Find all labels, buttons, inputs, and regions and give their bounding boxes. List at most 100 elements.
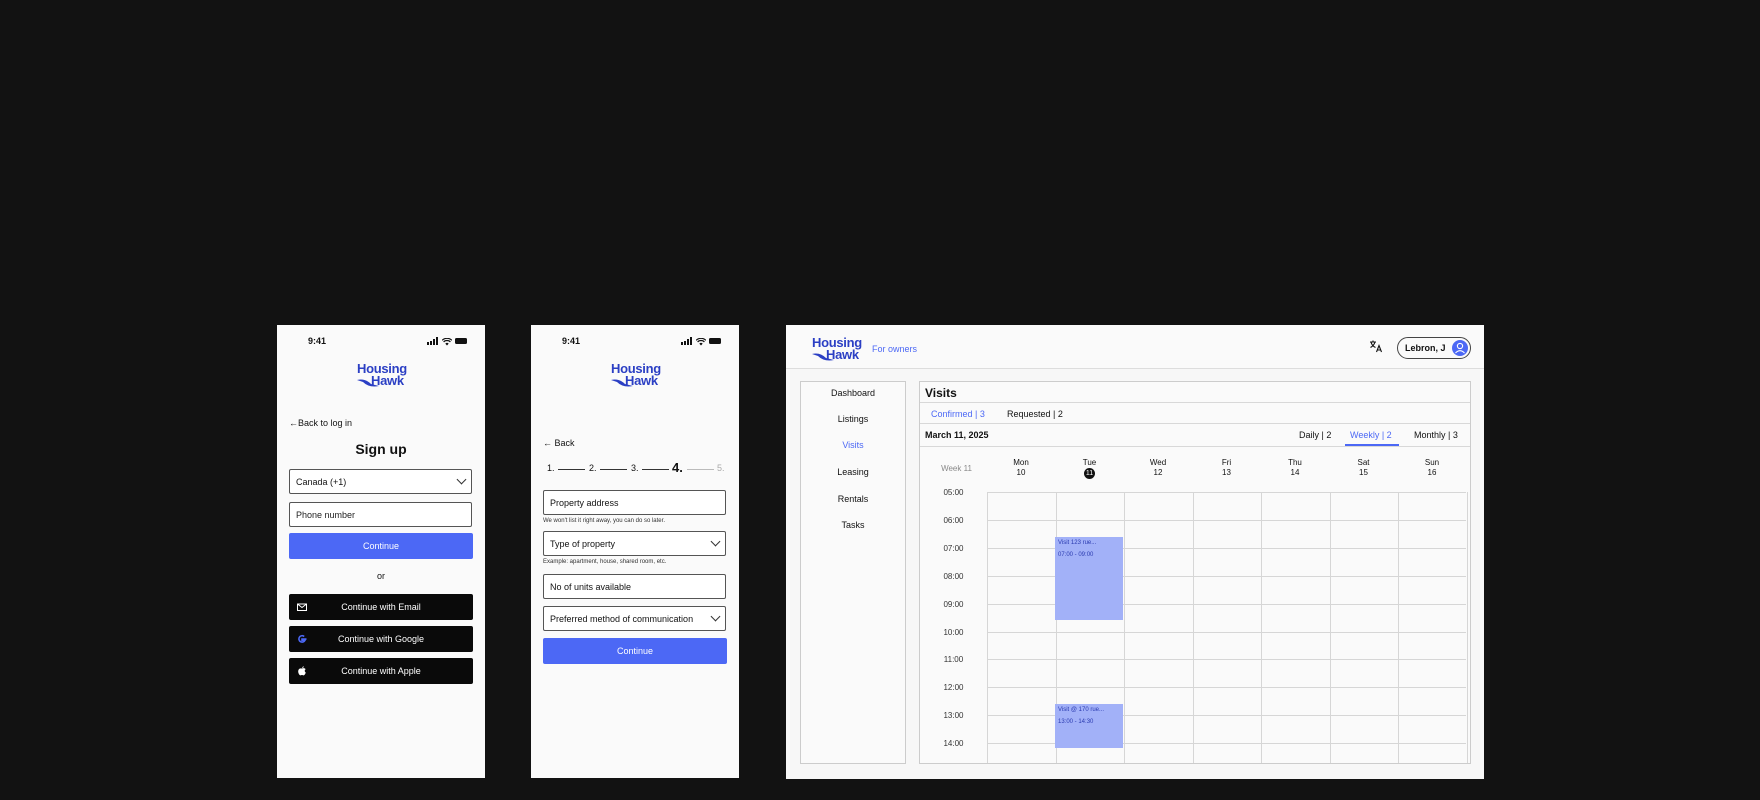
- status-time: 9:41: [562, 336, 581, 346]
- day-name: Mon: [1013, 458, 1029, 467]
- grid-row-line: [987, 659, 1466, 661]
- step-5: 5.: [717, 463, 725, 473]
- view-weekly[interactable]: Weekly | 2: [1350, 430, 1392, 440]
- day-number: 15: [1359, 468, 1368, 477]
- day-header[interactable]: Thu 14: [1261, 458, 1329, 478]
- visit-event[interactable]: Visit 123 rue... 07:00 - 09:00: [1055, 537, 1123, 620]
- back-to-login-link[interactable]: ←Back to log in: [289, 418, 352, 428]
- chevron-down-icon: [710, 611, 721, 622]
- continue-with-email-button[interactable]: Continue with Email: [289, 594, 473, 620]
- battery-icon: [709, 338, 721, 344]
- continue-with-apple-button[interactable]: Continue with Apple: [289, 658, 473, 684]
- page-title: Visits: [925, 386, 957, 400]
- sidebar-item-leasing[interactable]: Leasing: [801, 467, 905, 477]
- day-name: Sat: [1357, 458, 1370, 467]
- hour-label: 10:00: [943, 627, 964, 637]
- sidebar-item-rentals[interactable]: Rentals: [801, 494, 905, 504]
- hour-label: 08:00: [943, 571, 964, 581]
- sidebar-item-dashboard[interactable]: Dashboard: [801, 388, 905, 398]
- mail-icon: [297, 603, 307, 611]
- hour-label: 12:00: [943, 683, 964, 693]
- avatar: [1452, 340, 1468, 356]
- units-available-input[interactable]: No of units available: [543, 574, 726, 599]
- grid-column-line: [1466, 492, 1468, 763]
- address-hint: We won't list it right away, you can do …: [543, 518, 665, 524]
- visit-event[interactable]: Visit @ 170 rue... 13:00 - 14:30: [1055, 704, 1123, 748]
- current-date: March 11, 2025: [925, 430, 989, 440]
- grid-column-line: [987, 492, 988, 763]
- grid-row-line: [987, 631, 1466, 633]
- day-number: 16: [1427, 468, 1437, 477]
- day-name: Sun: [1424, 458, 1440, 467]
- communication-method-select[interactable]: Preferred method of communication: [543, 606, 726, 631]
- signal-icon: [427, 337, 438, 345]
- hour-label: 13:00: [943, 711, 964, 721]
- day-header[interactable]: Sun 16: [1398, 458, 1466, 478]
- housing-hawk-logo: Housing Hawk: [611, 361, 661, 388]
- day-header[interactable]: Mon 10: [987, 458, 1055, 478]
- signal-icon: [681, 337, 692, 345]
- day-number: 13: [1222, 468, 1231, 477]
- housing-hawk-logo[interactable]: Housing Hawk: [812, 336, 862, 361]
- sidebar-item-visits[interactable]: Visits: [801, 440, 905, 450]
- for-owners-label: For owners: [872, 344, 918, 354]
- hawk-icon: [357, 379, 379, 387]
- wifi-icon: [696, 337, 706, 345]
- grid-row-line: [987, 687, 1466, 689]
- top-bar: Housing Hawk For owners Lebron, J: [786, 325, 1484, 369]
- hour-label: 05:00: [943, 488, 964, 497]
- chevron-down-icon: [456, 474, 467, 485]
- apple-icon: [298, 666, 306, 676]
- week-label: Week 11: [941, 464, 972, 473]
- grid-column-line: [1398, 492, 1399, 763]
- google-icon: [298, 634, 307, 643]
- visits-panel: Visits Confirmed | 3 Requested | 2 March…: [919, 381, 1471, 764]
- view-monthly[interactable]: Monthly | 3: [1414, 430, 1458, 440]
- phone-number-input[interactable]: Phone number: [289, 502, 472, 527]
- status-time: 9:41: [308, 336, 327, 346]
- battery-icon: [455, 338, 467, 344]
- day-name: Fri: [1221, 458, 1232, 467]
- user-menu-button[interactable]: Lebron, J: [1397, 337, 1471, 359]
- step-4-current: 4.: [672, 460, 683, 475]
- grid-column-line: [1192, 492, 1194, 763]
- page-title: Sign up: [355, 441, 407, 457]
- status-bar: 9:41: [277, 336, 485, 348]
- continue-with-google-button[interactable]: Continue with Google: [289, 626, 473, 652]
- tab-requested[interactable]: Requested | 2: [1007, 409, 1063, 419]
- tab-confirmed[interactable]: Confirmed | 3: [931, 409, 985, 419]
- weekly-calendar: Week 11 Mon 10 Tue 11 Wed 12 Fri 13 Thu 14 Sat 15 Su…: [926, 452, 1468, 763]
- day-name: Tue: [1082, 458, 1097, 467]
- status-bar: 9:41: [531, 336, 739, 348]
- owner-dashboard-screen: Housing Hawk For owners Lebron, J Dashbo…: [786, 325, 1484, 779]
- hour-label: 14:00: [943, 739, 964, 749]
- hour-label: 06:00: [943, 515, 964, 525]
- step-3: 3.: [631, 463, 639, 473]
- property-type-select[interactable]: Type of property: [543, 531, 726, 556]
- continue-button[interactable]: Continue: [289, 533, 473, 559]
- translate-icon[interactable]: [1369, 339, 1383, 353]
- hawk-icon: [611, 379, 633, 387]
- grid-row-line: [987, 492, 1466, 493]
- day-header[interactable]: Wed 12: [1124, 458, 1192, 478]
- hour-label: 11:00: [943, 655, 964, 665]
- user-name: Lebron, J: [1405, 343, 1446, 353]
- country-select[interactable]: Canada (+1): [289, 469, 472, 494]
- sidebar-item-tasks[interactable]: Tasks: [801, 520, 905, 530]
- property-address-input[interactable]: Property address: [543, 490, 726, 515]
- grid-column-line: [1261, 492, 1262, 763]
- day-header[interactable]: Fri 13: [1193, 458, 1261, 478]
- view-daily[interactable]: Daily | 2: [1299, 430, 1331, 440]
- day-header[interactable]: Tue 11: [1056, 458, 1124, 479]
- back-link[interactable]: ← Back: [543, 438, 575, 448]
- hawk-icon: [812, 353, 834, 361]
- chevron-down-icon: [710, 536, 721, 547]
- grid-column-line: [1124, 492, 1125, 763]
- sidebar-item-listings[interactable]: Listings: [801, 414, 905, 424]
- day-number: 14: [1290, 468, 1300, 477]
- today-date-number: 11: [1084, 468, 1095, 479]
- grid-row-line: [987, 519, 1466, 521]
- day-header[interactable]: Sat 15: [1330, 458, 1398, 478]
- continue-button[interactable]: Continue: [543, 638, 727, 664]
- hour-label: 09:00: [943, 599, 964, 609]
